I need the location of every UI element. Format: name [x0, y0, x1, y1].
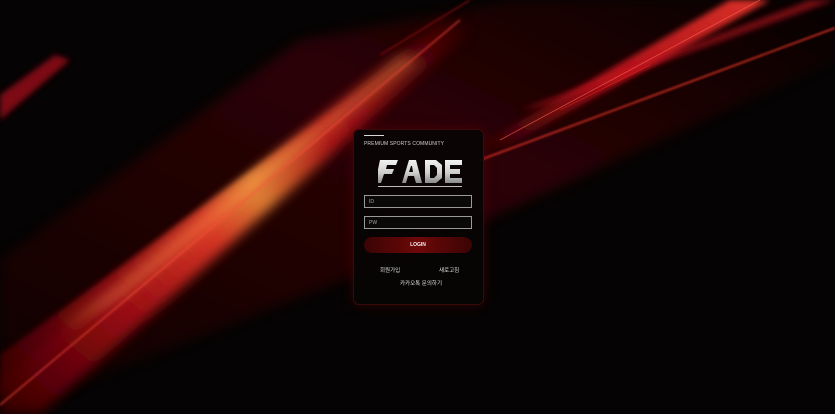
fade-logo [378, 160, 462, 187]
login-page: PREMIUM SPORTS COMMUNITY ID LOGIN 회원가입 새… [0, 0, 835, 414]
tagline: PREMIUM SPORTS COMMUNITY [364, 141, 445, 147]
card-accent-line [364, 135, 384, 136]
login-button[interactable]: LOGIN [364, 237, 472, 253]
refresh-link[interactable]: 새로고침 [439, 266, 459, 274]
login-card: PREMIUM SPORTS COMMUNITY ID LOGIN 회원가입 새… [353, 129, 484, 305]
id-input[interactable] [364, 195, 472, 208]
signup-link[interactable]: 회원가입 [380, 266, 400, 274]
password-input[interactable] [364, 216, 472, 229]
kakao-inquiry-link[interactable]: 카카오톡 문의하기 [400, 279, 442, 287]
